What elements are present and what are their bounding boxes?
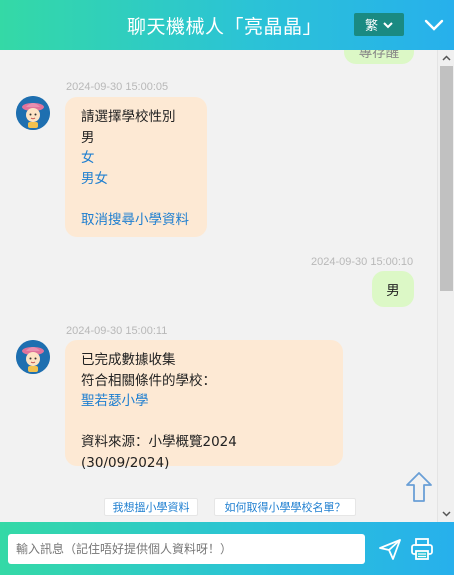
robot-avatar-icon: [16, 340, 50, 374]
option-coed-link[interactable]: 男女: [81, 169, 191, 190]
message-timestamp: 2024-09-30 15:00:05: [66, 81, 169, 93]
arrow-up-icon[interactable]: [403, 470, 435, 504]
message-timestamp: 2024-09-30 15:00:11: [66, 325, 168, 337]
bot-avatar: [16, 96, 50, 130]
bot-message-bubble: 請選擇學校性別 男 女 男女 取消搜尋小學資料: [65, 97, 207, 237]
scroll-down-arrow-icon[interactable]: [441, 508, 452, 519]
bot-message-line: 請選擇學校性別: [81, 109, 176, 125]
quick-reply-find-school[interactable]: 我想搵小學資料: [104, 498, 198, 516]
chatbot-title: 聊天機械人「亮晶晶」: [127, 16, 323, 38]
message-input[interactable]: [8, 534, 365, 564]
printer-icon[interactable]: [410, 537, 434, 561]
bot-message-line: 符合相關條件的學校：: [81, 372, 216, 389]
quick-reply-school-list[interactable]: 如何取得小學學校名單？: [214, 498, 356, 516]
chat-input-bar: [0, 522, 454, 575]
bot-message-line: 已完成數據收集: [81, 352, 176, 368]
user-message-text: 男: [386, 283, 400, 299]
scroll-up-arrow-icon[interactable]: [441, 53, 452, 64]
send-icon[interactable]: [378, 537, 402, 561]
option-female-link[interactable]: 女: [81, 148, 191, 169]
school-result-link[interactable]: 聖若瑟小學: [81, 391, 327, 412]
language-label: 繁: [364, 19, 378, 34]
chat-messages-area: 專存醒 2024-09-30 15:00:05 請選擇學校性別 男 女 男女 取…: [0, 50, 437, 522]
bot-message-line: 男: [81, 129, 95, 146]
robot-avatar-icon: [16, 96, 50, 130]
chat-header: 聊天機械人「亮晶晶」 繁: [0, 0, 454, 50]
chat-scrollbar[interactable]: [437, 50, 454, 522]
collapse-chevron-icon[interactable]: [423, 14, 445, 36]
chevron-down-icon: [383, 21, 393, 28]
user-message-text: 專存醒: [358, 50, 400, 61]
data-source-text: 資料來源：小學概覽2024 (30/09/2024): [81, 434, 237, 471]
bot-avatar: [16, 340, 50, 374]
user-message-bubble: 男: [372, 271, 414, 307]
scrollbar-thumb[interactable]: [440, 66, 453, 291]
user-message-bubble: 專存醒: [344, 50, 414, 64]
message-timestamp: 2024-09-30 15:00:10: [311, 256, 414, 268]
bot-message-bubble: 已完成數據收集 符合相關條件的學校： 聖若瑟小學 資料來源：小學概覽2024 (…: [65, 340, 343, 471]
cancel-search-link[interactable]: 取消搜尋小學資料: [81, 210, 191, 231]
language-dropdown[interactable]: 繁: [354, 13, 404, 36]
